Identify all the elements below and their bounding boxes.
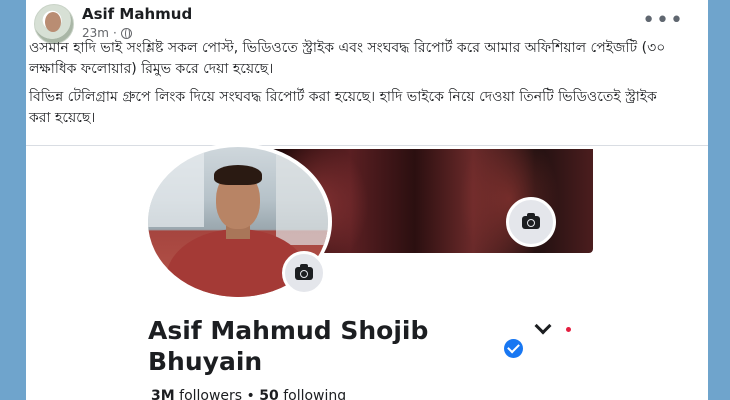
avatar-face	[45, 12, 61, 32]
camera-icon	[295, 263, 313, 280]
profile-photo-background	[148, 147, 204, 227]
following-count[interactable]: 50	[259, 388, 278, 400]
globe-icon	[120, 27, 132, 39]
post-paragraph-2: বিভিন্ন টেলিগ্রাম গ্রুপে লিংক দিয়ে সংঘব…	[29, 89, 657, 126]
edit-cover-photo-button[interactable]	[506, 197, 556, 247]
followers-count[interactable]: 3M	[151, 388, 175, 400]
author-name[interactable]: Asif Mahmud	[82, 5, 192, 23]
stats-separator: •	[246, 388, 255, 400]
profile-name: Asif Mahmud Shojib Bhuyain	[148, 316, 429, 376]
notification-dot	[566, 327, 571, 332]
verified-badge-icon	[504, 339, 523, 358]
post-paragraph-1: ওসমান হাদি ভাই সংশ্লিষ্ট সকল পোস্ট, ভিডি…	[29, 40, 666, 77]
followers-label[interactable]: followers	[179, 388, 242, 400]
more-options-icon[interactable]: •••	[642, 10, 684, 32]
camera-icon	[522, 212, 540, 229]
divider	[26, 145, 708, 146]
edit-profile-picture-button[interactable]	[282, 251, 326, 295]
following-label[interactable]: following	[283, 388, 346, 400]
profile-stats: 3M followers • 50 following	[151, 388, 346, 400]
screenshot-frame: Asif Mahmud 23m · ••• ওসমান হাদি ভাই সংশ…	[0, 0, 730, 400]
profile-photo-background	[276, 155, 328, 245]
profile-photo-hair	[214, 165, 262, 185]
post-text: ওসমান হাদি ভাই সংশ্লিষ্ট সকল পোস্ট, ভিডি…	[29, 38, 669, 136]
